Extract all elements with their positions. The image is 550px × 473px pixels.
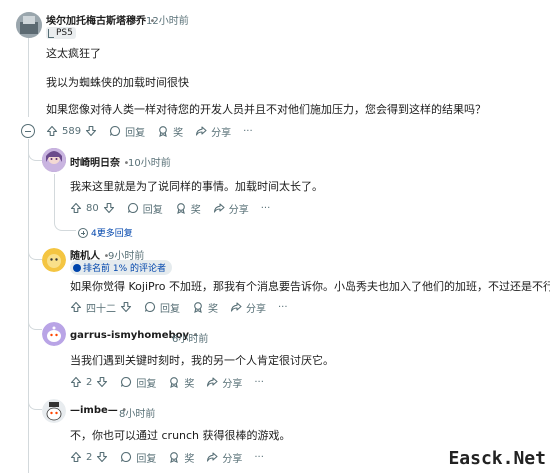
avatar[interactable] [42, 248, 66, 272]
share-button[interactable]: 分享 [213, 201, 249, 216]
upvote-icon[interactable] [70, 301, 82, 313]
avatar[interactable] [42, 322, 66, 346]
downvote-icon[interactable] [96, 376, 108, 388]
reply-button[interactable]: 回复 [127, 201, 163, 216]
thread-elbow [28, 380, 42, 410]
more-replies-link[interactable]: 4更多回复 [78, 226, 133, 239]
downvote-icon[interactable] [120, 301, 132, 313]
more-options-button[interactable]: ··· [243, 126, 253, 137]
share-button[interactable]: 分享 [206, 450, 242, 465]
comment-actions: 80 回复 奖 分享 ··· [70, 201, 282, 216]
vote-count: 80 [86, 202, 99, 214]
award-icon [168, 451, 180, 463]
share-button[interactable]: 分享 [195, 124, 231, 139]
avatar[interactable] [16, 12, 42, 38]
thread-elbow [28, 300, 42, 330]
thread-elbow [28, 230, 42, 260]
flair-icon [48, 28, 54, 38]
reply-icon [120, 451, 132, 463]
reply-button[interactable]: 回复 [120, 450, 156, 465]
watermark: Easck.Net [448, 448, 546, 469]
username[interactable]: 时崎明日奈 • [70, 154, 129, 169]
thread-line-root [28, 37, 29, 117]
vote-count: 四十二 [86, 303, 116, 315]
reply-icon [120, 376, 132, 388]
top-commenter-badge: 排名前 1% 的评论者 [70, 260, 172, 275]
username[interactable]: 埃尔加托梅古斯塔穆乔 • [46, 12, 155, 27]
comment-actions: 2 回复 奖 分享 ··· [70, 375, 276, 390]
comment-text: 如果您像对待人类一样对待您的开发人员并且不对他们施加压力，您会得到这样的结果吗？ [46, 103, 486, 116]
award-icon [192, 301, 204, 313]
upvote-icon[interactable] [46, 125, 58, 137]
upvote-icon[interactable] [70, 451, 82, 463]
award-button[interactable]: 奖 [157, 124, 183, 139]
comment-text: 当我们遇到关键时刻时，我的另一个人肯定很讨厌它。 [70, 354, 334, 367]
reply-button[interactable]: 回复 [109, 124, 145, 139]
downvote-icon[interactable] [103, 202, 115, 214]
share-icon [230, 301, 242, 313]
timestamp: 10小时前 [128, 158, 171, 169]
comment-actions: 2 回复 奖 分享 ··· [70, 450, 276, 465]
reply-icon [109, 125, 121, 137]
award-icon [175, 202, 187, 214]
share-icon [206, 451, 218, 463]
timestamp: 6小时前 [172, 334, 209, 345]
award-button[interactable]: 奖 [168, 375, 194, 390]
vote-count: 2 [86, 451, 93, 463]
reply-button[interactable]: 回复 [120, 375, 156, 390]
award-button[interactable]: 奖 [168, 450, 194, 465]
avatar[interactable] [42, 399, 66, 423]
reply-icon [144, 301, 156, 313]
more-options-button[interactable]: ··· [254, 452, 264, 463]
timestamp: 8小时前 [119, 409, 156, 420]
share-icon [213, 202, 225, 214]
reply-button[interactable]: 回复 [144, 300, 180, 315]
downvote-icon[interactable] [96, 451, 108, 463]
award-icon [157, 125, 169, 137]
vote-count: 2 [86, 376, 93, 388]
share-button[interactable]: 分享 [230, 300, 266, 315]
upvote-icon[interactable] [70, 202, 82, 214]
more-options-button[interactable]: ··· [254, 377, 264, 388]
vote-count: 589 [62, 125, 82, 137]
collapse-thread-icon[interactable] [21, 124, 35, 138]
badge-icon [73, 263, 81, 272]
share-icon [206, 376, 218, 388]
comment-text: 如果你觉得 KojiPro 不加班，那我有个消息要告诉你。小岛秀夫也加入了他们的… [70, 280, 550, 293]
user-flair: PS5 [46, 27, 76, 39]
comment-actions: 589 回复 奖 分享 ··· [46, 124, 265, 139]
comment-text: 我以为蜘蛛侠的加载时间很快 [46, 76, 189, 89]
award-button[interactable]: 奖 [192, 300, 218, 315]
share-button[interactable]: 分享 [206, 375, 242, 390]
thread-elbow [28, 139, 42, 161]
more-options-button[interactable]: ··· [278, 302, 288, 313]
award-icon [168, 376, 180, 388]
comment-text: 不，你也可以通过 crunch 获得很棒的游戏。 [70, 429, 291, 442]
comment-text: 这太疯狂了 [46, 47, 101, 60]
reply-icon [127, 202, 139, 214]
upvote-icon[interactable] [70, 376, 82, 388]
avatar[interactable] [42, 148, 66, 172]
downvote-icon[interactable] [85, 125, 97, 137]
expand-icon [78, 227, 88, 238]
comment-text: 我来这里就是为了说同样的事情。加载时间太长了。 [70, 180, 323, 193]
share-icon [195, 125, 207, 137]
timestamp: 12小时前 [146, 16, 189, 27]
more-options-button[interactable]: ··· [261, 203, 271, 214]
comment-actions: 四十二 回复 奖 分享 ··· [70, 300, 300, 315]
award-button[interactable]: 奖 [175, 201, 201, 216]
